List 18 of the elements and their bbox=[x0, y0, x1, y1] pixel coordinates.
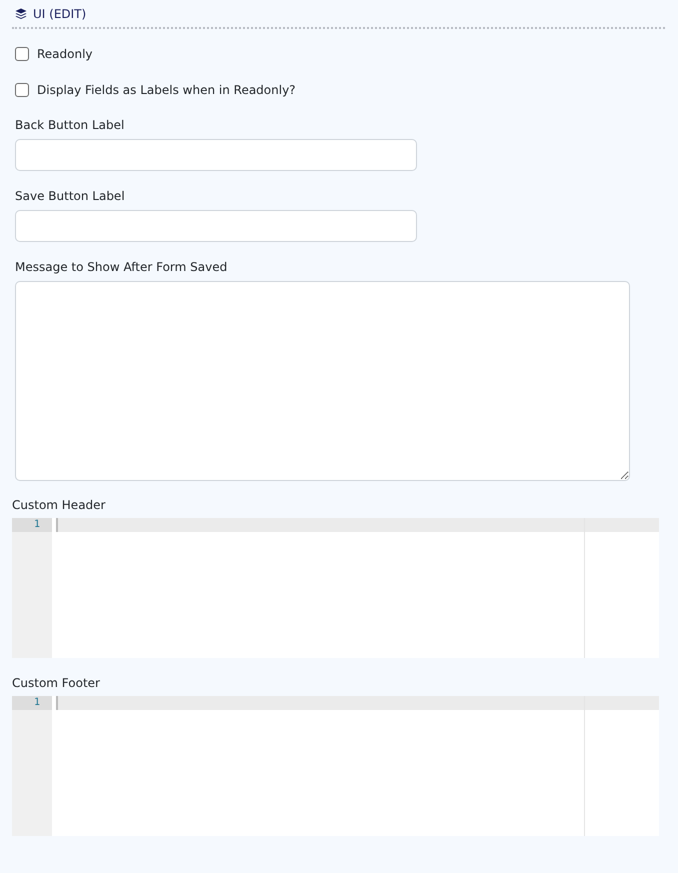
checkbox-label: Display Fields as Labels when in Readonly? bbox=[37, 83, 296, 97]
editor-label: Custom Header bbox=[12, 498, 106, 512]
message-textarea[interactable] bbox=[15, 281, 630, 481]
code-editor[interactable]: 1 bbox=[12, 696, 659, 836]
checkbox[interactable] bbox=[15, 47, 29, 61]
field-label: Message to Show After Form Saved bbox=[15, 260, 228, 274]
layers-icon bbox=[15, 8, 27, 20]
line-number: 1 bbox=[12, 696, 52, 710]
checkbox-label: Readonly bbox=[37, 47, 93, 61]
editor-label: Custom Footer bbox=[12, 676, 101, 690]
field-label: Back Button Label bbox=[15, 118, 126, 132]
field-label: Save Button Label bbox=[15, 189, 126, 203]
section-title: UI (EDIT) bbox=[33, 7, 86, 21]
checkbox[interactable] bbox=[15, 83, 29, 97]
input-field[interactable] bbox=[15, 139, 417, 171]
line-number: 1 bbox=[12, 518, 52, 532]
code-editor[interactable]: 1 bbox=[12, 518, 659, 658]
input-field[interactable] bbox=[15, 210, 417, 242]
